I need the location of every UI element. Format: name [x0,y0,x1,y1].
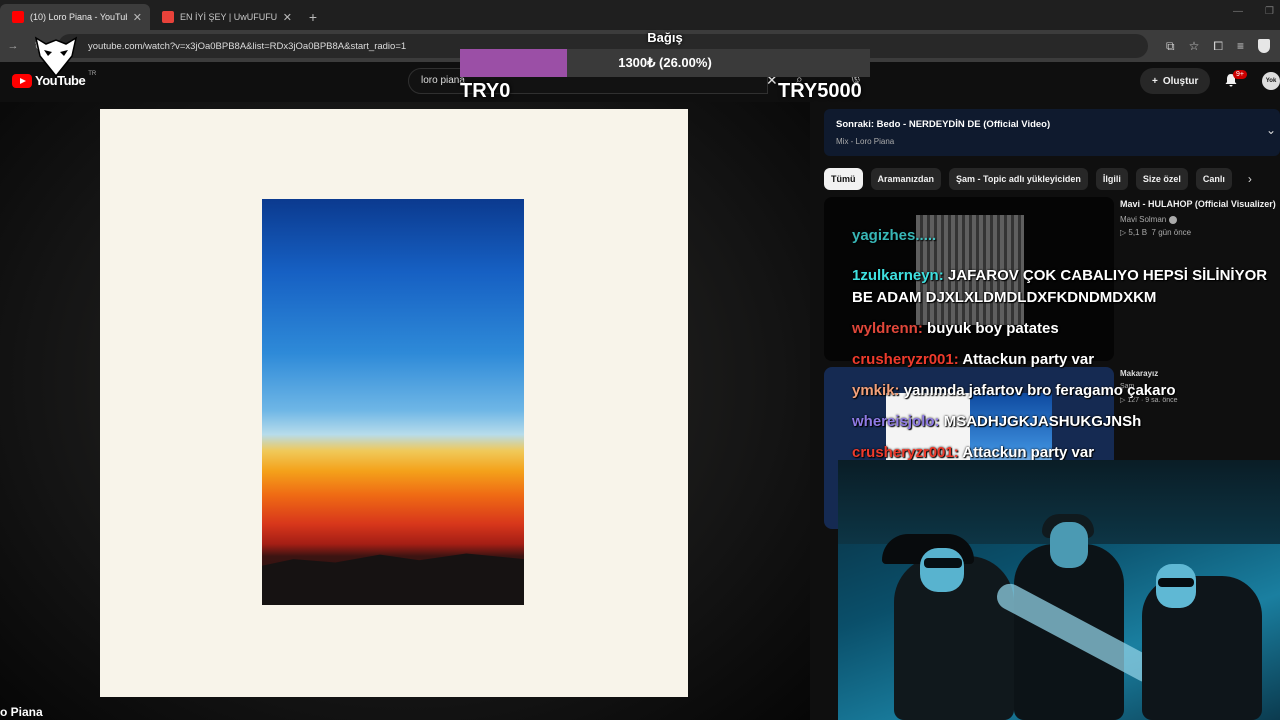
up-next-subtitle: Mix - Loro Piana [836,137,895,146]
chevron-right-icon[interactable]: › [1240,172,1252,186]
notification-badge: 9+ [1233,70,1247,79]
bookmark-star-icon[interactable]: ☆ [1189,39,1200,53]
chat-username: wyldrenn [852,320,918,337]
tab-title: (10) Loro Piana - YouTube [30,12,127,22]
chat-username: crusheryzr001 [852,444,954,461]
chat-text: Attackun party var [962,351,1095,368]
chevron-down-icon[interactable]: ⌄ [1266,123,1276,137]
chat-username: ymkik [852,382,895,399]
forward-icon[interactable]: → [0,40,26,52]
chat-message: whereisjolo: MSADHJGKJASHUKGJNSh [852,413,1142,430]
uwufufu-favicon-icon [162,11,174,23]
install-app-icon[interactable]: ⧉ [1166,39,1175,54]
avatar-text: Yok [1265,78,1277,84]
close-tab-icon[interactable]: ✕ [133,11,142,24]
screen: { "browser": { "tabs": [ {"title": "(10)… [0,0,1280,720]
chat-username: crusheryzr001 [852,351,954,368]
sunglasses [924,558,962,568]
minimize-icon[interactable]: — [1233,6,1243,17]
country-code: TR [88,70,97,77]
create-label: Oluştur [1162,75,1199,87]
shield-extension-icon[interactable] [1257,39,1270,53]
chip-live[interactable]: Canlı [1195,168,1232,190]
chat-username: yagizhes..... [852,229,937,244]
youtube-favicon-icon [12,11,24,23]
rec-title[interactable]: Mavi - HULAHOP (Official Visualizer) [1120,199,1276,209]
chip-all[interactable]: Tümü [824,168,863,190]
chip-from-search[interactable]: Aramanızdan [870,168,942,190]
filter-chips: Tümü Aramanızdan Şam - Topic adlı yükley… [824,167,1280,191]
chat-message: wyldrenn: buyuk boy patates [852,320,1059,337]
chip-for-you[interactable]: Size özel [1135,168,1188,190]
chip-related[interactable]: İlgili [1095,168,1128,190]
window-controls: — ❐ [1233,6,1274,17]
chat-text: Attackun party var [962,444,1095,461]
face [1050,522,1088,568]
new-tab-button[interactable]: + [300,4,326,30]
chip-uploader[interactable]: Şam - Topic adlı yükleyiciden [949,168,1088,190]
browser-tab-bar: (10) Loro Piana - YouTube ✕ EN İYİ ŞEY |… [0,0,1280,30]
url-text: youtube.com/watch?v=x3jOa0BPB8A&list=RDx… [88,40,407,52]
tab-title: EN İYİ ŞEY | UwUFUFU [180,12,277,22]
chat-message: crusheryzr001: Attackun party var [852,351,1095,368]
chat-text: MSADHJGKJASHUKGJNSh [943,413,1142,430]
donation-min-label: TRY0 [460,80,511,102]
maximize-icon[interactable]: ❐ [1265,6,1274,17]
webcam-overlay [838,460,1280,720]
media-control-icon[interactable]: ≡ [1237,39,1244,53]
verified-icon [1169,215,1178,224]
chat-username: whereisjolo [852,413,935,430]
donation-amount: 1300₺ (26.00%) [618,55,712,70]
youtube-play-icon [12,73,32,88]
chat-message: yagizhes..... [852,229,1280,245]
donation-progress-bar: 1300₺ (26.00%) [460,49,870,77]
up-next-panel[interactable]: Sonraki: Bedo - NERDEYDİN DE (Official V… [824,109,1280,156]
streamer-mask-logo-icon [34,36,78,78]
up-next-title: Sonraki: Bedo - NERDEYDİN DE (Official V… [836,119,1051,130]
stream-chat-overlay: yagizhes..... 1zulkarneyn: JAFAROV ÇOK CA… [852,229,1280,473]
browser-tab-uwufufu[interactable]: EN İYİ ŞEY | UwUFUFU ✕ [150,4,300,30]
chat-text: yanımda jafartov bro feragamo çakaro [903,382,1176,399]
sunset-painting [262,199,524,605]
rec-channel[interactable]: Mavi Solman [1120,215,1178,224]
chat-message: 1zulkarneyn: JAFAROV ÇOK CABALIYO HEPSİ … [852,267,1268,306]
plus-icon: + [1152,75,1158,87]
face [920,548,964,592]
account-avatar[interactable]: Yok [1262,72,1280,90]
close-tab-icon[interactable]: ✕ [283,11,292,24]
search-value: loro piana [421,75,465,86]
donation-title: Bağış [647,30,683,45]
sunglasses [1158,578,1194,587]
browser-tab-youtube[interactable]: (10) Loro Piana - YouTube ✕ [0,4,150,30]
extensions-icon[interactable]: ⧠ [1213,39,1223,54]
video-channel-name[interactable]: o Piana [0,705,43,719]
chat-text: buyuk boy patates [927,320,1059,337]
chat-username: 1zulkarneyn [852,267,939,284]
chat-message: ymkik: yanımda jafartov bro feragamo çak… [852,382,1176,399]
rec-channel-name: Mavi Solman [1120,215,1167,224]
create-button[interactable]: + Oluştur [1140,68,1211,94]
donation-max-label: TRY5000 [778,80,862,102]
